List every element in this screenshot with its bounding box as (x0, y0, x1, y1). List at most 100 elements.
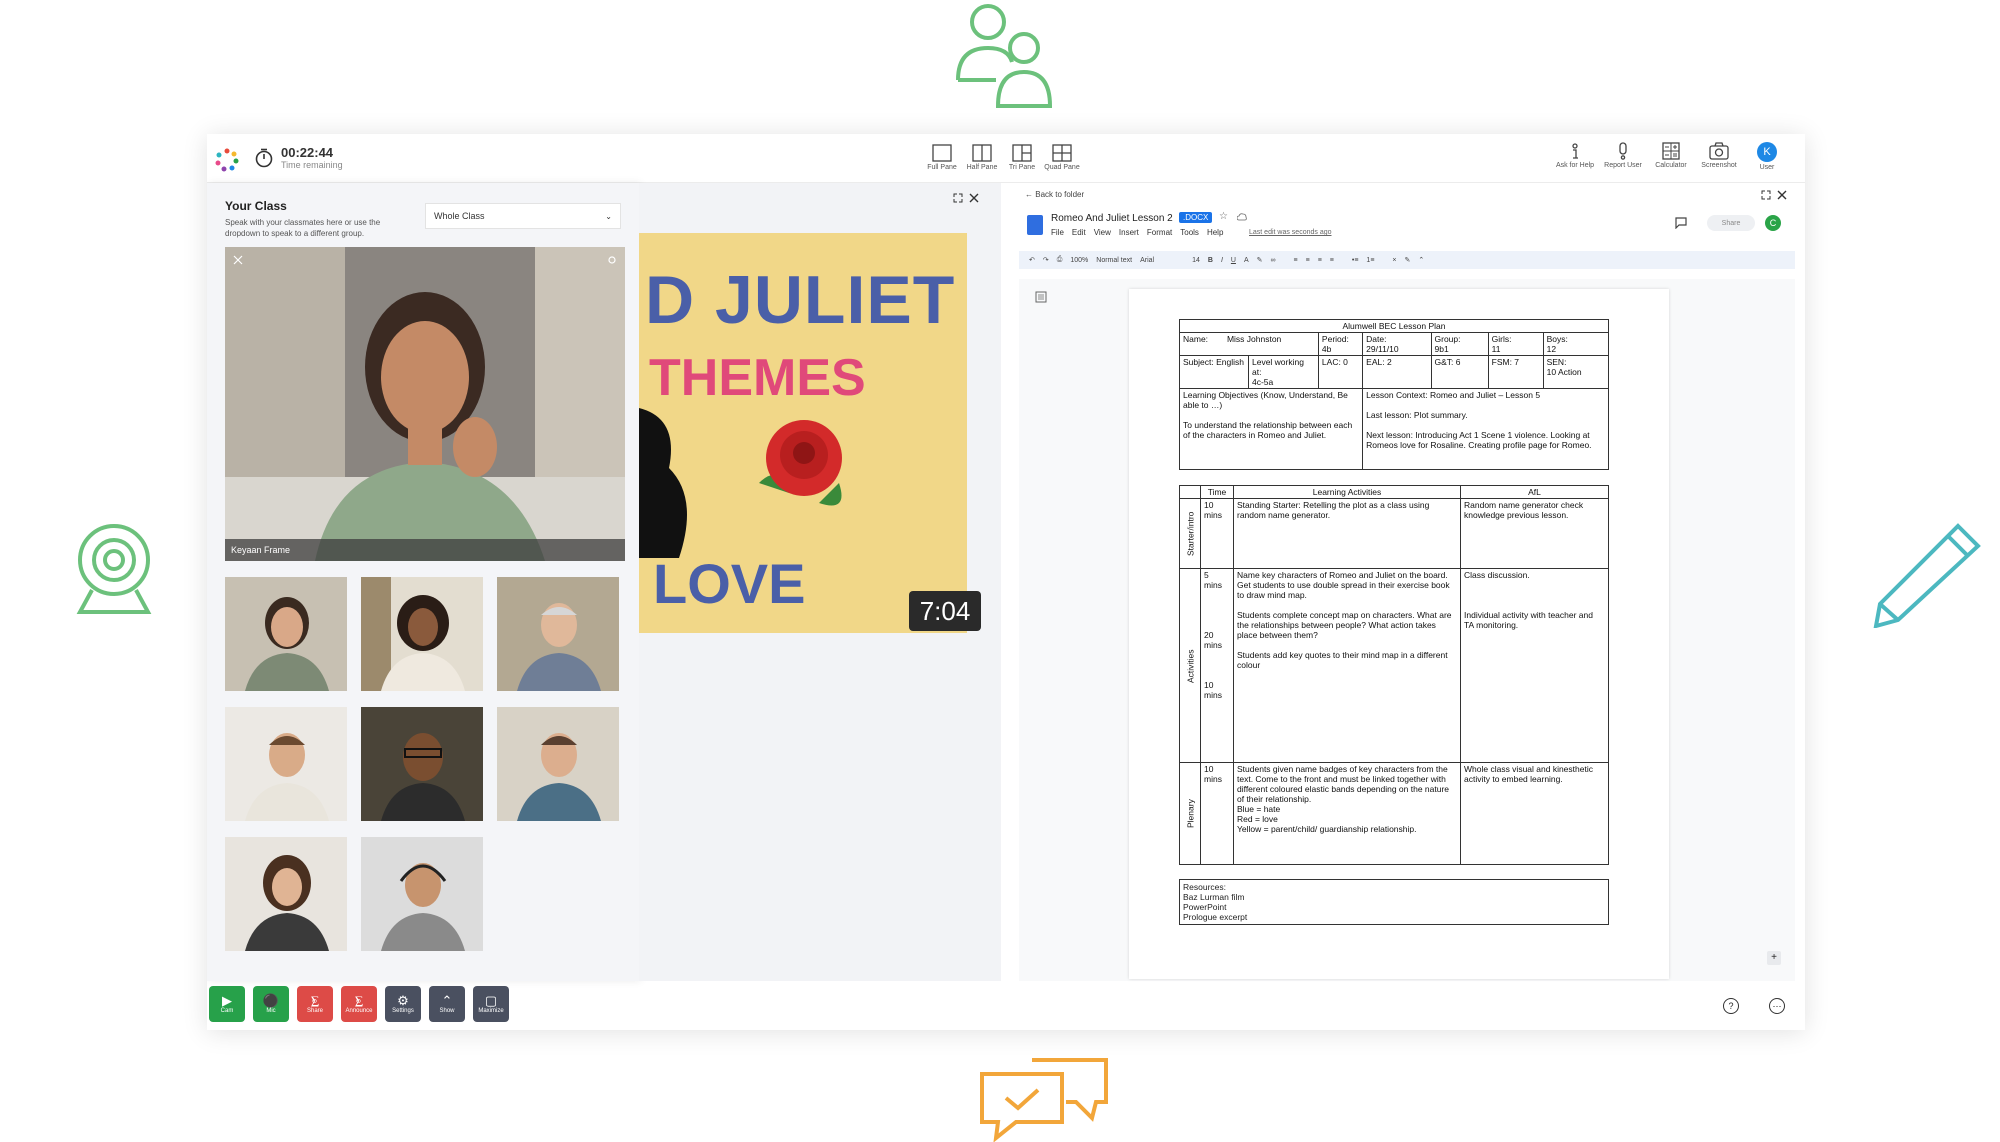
menu-tools[interactable]: Tools (1180, 228, 1199, 237)
plan-group: Group: 9b1 (1430, 332, 1489, 356)
undo-icon[interactable]: ↶ (1029, 256, 1035, 264)
share-screen-button[interactable]: ⨊ Share (297, 986, 333, 1022)
pen-icon[interactable]: ✎ (1405, 256, 1411, 264)
zoom-select[interactable]: 100% (1070, 257, 1088, 264)
announce-button[interactable]: ⨊ Announce (341, 986, 377, 1022)
user-label: User (1759, 164, 1775, 171)
video-slide[interactable]: D JULIET THEMES LOVE (639, 233, 967, 633)
pin-icon[interactable] (607, 255, 617, 265)
show-button[interactable]: ⌃ Show (429, 986, 465, 1022)
align-justify-icon[interactable]: ≡ (1330, 257, 1334, 264)
share-button[interactable]: Share (1707, 215, 1755, 231)
app-logo (215, 148, 239, 172)
settings-button[interactable]: ⚙ Settings (385, 986, 421, 1022)
classroom-app-window: 00:22:44 Time remaining Full Pane Half P… (207, 134, 1805, 1030)
group-dropdown-value: Whole Class (434, 211, 485, 221)
last-edit-link[interactable]: Last edit was seconds ago (1249, 229, 1332, 236)
chat-bubble-icon[interactable]: ⋯ (1769, 998, 1785, 1014)
tri-pane-button[interactable]: Tri Pane (1007, 144, 1037, 171)
ask-for-help-button[interactable]: Ask for Help (1556, 142, 1594, 171)
menu-view[interactable]: View (1094, 228, 1111, 237)
align-left-icon[interactable]: ≡ (1294, 257, 1298, 264)
collaborator-avatar[interactable]: C (1765, 215, 1781, 231)
camera-icon (1709, 142, 1729, 160)
docx-badge: .DOCX (1179, 212, 1213, 223)
style-select[interactable]: Normal text (1096, 257, 1132, 264)
report-user-button[interactable]: Report User (1604, 142, 1642, 171)
settings-label: Settings (392, 1008, 414, 1014)
pane-layout-selector: Full Pane Half Pane Tri Pane Quad Pane (927, 144, 1080, 171)
group-dropdown[interactable]: Whole Class ⌄ (425, 203, 621, 229)
calculator-button[interactable]: Calculator (1653, 142, 1689, 171)
pencil-icon (1873, 523, 1981, 628)
bulleted-list-icon[interactable]: •≡ (1352, 257, 1359, 264)
participant-video-tile[interactable] (361, 707, 483, 821)
clear-format-icon[interactable]: × (1392, 257, 1396, 264)
comment-icon[interactable] (1675, 217, 1687, 229)
participant-video-tile[interactable] (225, 707, 347, 821)
starter-afl: Random name generator check knowledge pr… (1460, 498, 1609, 569)
close-icon[interactable] (969, 193, 979, 203)
text-color-icon[interactable]: A (1244, 257, 1249, 264)
maximize-button[interactable]: ▢ Maximize (473, 986, 509, 1022)
plan-level: Level working at: 4c-5a (1247, 355, 1319, 389)
collapse-icon[interactable] (233, 255, 243, 265)
participant-image (361, 707, 483, 821)
star-icon[interactable]: ☆ (1219, 211, 1228, 222)
italic-icon[interactable]: I (1221, 257, 1223, 264)
half-pane-button[interactable]: Half Pane (967, 144, 997, 171)
close-icon[interactable] (1777, 190, 1787, 200)
activities-text: Name key characters of Romeo and Juliet … (1233, 568, 1461, 763)
cam-button[interactable]: ▶ Cam (209, 986, 245, 1022)
font-select[interactable]: Arial (1140, 257, 1154, 264)
plan-eal: EAL: 2 (1362, 355, 1432, 389)
back-to-folder-link[interactable]: ← Back to folder (1025, 190, 1084, 199)
underline-icon[interactable]: U (1231, 257, 1236, 264)
participant-image (361, 837, 483, 951)
participant-video-tile[interactable] (497, 577, 619, 691)
announce-label: Announce (345, 1008, 373, 1014)
participant-video-tile[interactable] (225, 577, 347, 691)
menu-edit[interactable]: Edit (1072, 228, 1086, 237)
help-icon[interactable]: ? (1723, 998, 1739, 1014)
participant-video-tile[interactable] (225, 837, 347, 951)
user-menu-button[interactable]: K User (1749, 142, 1785, 171)
bold-icon[interactable]: B (1208, 257, 1213, 264)
arrow-left-icon: ← (1025, 190, 1033, 199)
link-icon[interactable]: ∞ (1271, 257, 1276, 264)
maximize-label: Maximize (478, 1008, 504, 1014)
document-page[interactable]: Alumwell BEC Lesson Plan Name: Miss John… (1129, 289, 1669, 979)
cam-label: Cam (220, 1008, 234, 1014)
plenary-afl: Whole class visual and kinesthetic activ… (1460, 762, 1609, 865)
participant-video-tile[interactable] (361, 577, 483, 691)
expand-icon[interactable] (1761, 190, 1771, 200)
screenshot-button[interactable]: Screenshot (1701, 142, 1737, 171)
menu-file[interactable]: File (1051, 228, 1064, 237)
quad-pane-button[interactable]: Quad Pane (1044, 144, 1080, 171)
mic-button[interactable]: ⚫ Mic (253, 986, 289, 1022)
menu-format[interactable]: Format (1147, 228, 1172, 237)
plan-header: Alumwell BEC Lesson Plan (1179, 319, 1609, 333)
main-video-tile[interactable]: Keyaan Frame (225, 247, 625, 561)
print-icon[interactable]: ⎙ (1057, 256, 1063, 264)
document-title[interactable]: Romeo And Juliet Lesson 2 (1051, 213, 1173, 224)
menu-help[interactable]: Help (1207, 228, 1223, 237)
chevron-up-icon: ⌃ (441, 993, 453, 1008)
explore-button[interactable]: + (1767, 951, 1781, 965)
menu-insert[interactable]: Insert (1119, 228, 1139, 237)
numbered-list-icon[interactable]: 1≡ (1366, 257, 1374, 264)
expand-icon[interactable] (953, 193, 963, 203)
align-right-icon[interactable]: ≡ (1318, 257, 1322, 264)
starter-time: 10 mins (1200, 498, 1234, 569)
highlight-icon[interactable]: ✎ (1257, 256, 1263, 264)
chevron-up-icon[interactable]: ⌃ (1418, 256, 1424, 264)
participant-video-tile[interactable] (361, 837, 483, 951)
outline-icon[interactable] (1035, 291, 1047, 303)
full-pane-button[interactable]: Full Pane (927, 144, 957, 171)
font-size-input[interactable]: 14 (1192, 257, 1200, 264)
participant-video-tile[interactable] (497, 707, 619, 821)
redo-icon[interactable]: ↷ (1043, 256, 1049, 264)
align-center-icon[interactable]: ≡ (1306, 257, 1310, 264)
plan-date: Date: 29/11/10 (1362, 332, 1432, 356)
report-user-label: Report User (1604, 162, 1642, 169)
